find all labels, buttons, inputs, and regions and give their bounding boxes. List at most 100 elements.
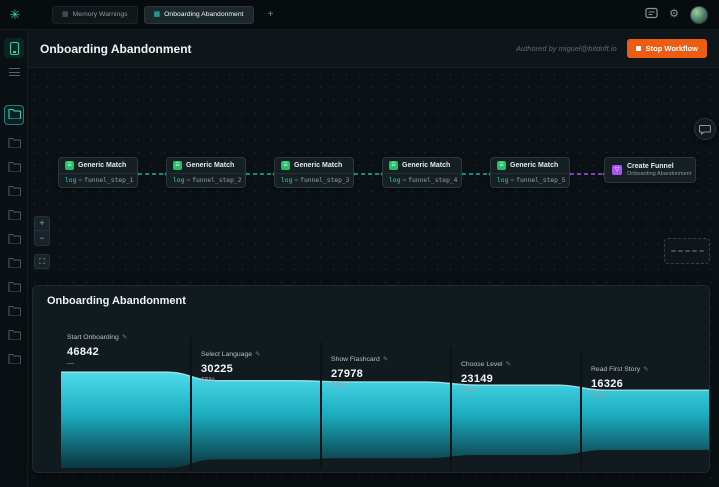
minimap[interactable] — [664, 238, 710, 264]
sidebar-folder[interactable] — [0, 180, 28, 204]
topbar-actions: ⚙ — [645, 5, 719, 24]
node-title: Generic Match — [510, 162, 559, 169]
workflow-tab-icon: ▦ — [153, 11, 161, 18]
funnel-stage: Read First Story ✎ 16326 71% — [591, 358, 709, 399]
app-logo-icon[interactable]: ✳ — [0, 8, 30, 21]
node-condition: log = funnel_step_4 — [383, 173, 461, 187]
folder-icon — [7, 183, 21, 201]
sidebar-folder[interactable] — [0, 324, 28, 348]
stage-value: 46842 — [67, 346, 100, 358]
match-icon: ☰ — [497, 161, 506, 170]
page-title: Onboarding Abandonment — [40, 41, 192, 56]
edit-pencil-icon[interactable]: ✎ — [122, 334, 127, 341]
folder-icon — [7, 231, 21, 249]
stop-workflow-button[interactable]: Stop Workflow — [626, 39, 707, 58]
tab-strip: ▦ Memory Warnings ▦ Onboarding Abandonme… — [52, 5, 278, 24]
sidebar-folder[interactable] — [0, 300, 28, 324]
node-condition: log = funnel_step_2 — [167, 173, 245, 187]
node-title: Generic Match — [294, 162, 343, 169]
tab-label: Memory Warnings — [72, 11, 128, 18]
node-title: Generic Match — [78, 162, 127, 169]
stage-name: Read First Story — [591, 366, 641, 373]
funnel-stage: Select Language ✎ 30225 65% — [201, 343, 319, 384]
generic-match-node[interactable]: ☰ Generic Match log = funnel_step_3 — [274, 157, 354, 188]
comment-icon — [699, 124, 711, 135]
workflow-tab-icon: ▦ — [62, 11, 69, 18]
sidebar-folder[interactable] — [0, 132, 28, 156]
left-sidebar — [0, 30, 28, 487]
stop-icon — [635, 46, 641, 51]
sidebar-folder[interactable] — [0, 204, 28, 228]
zoom-in-button[interactable]: + — [34, 216, 50, 231]
tab-label: Onboarding Abandonment — [164, 11, 244, 18]
generic-match-node[interactable]: ☰ Generic Match log = funnel_step_4 — [382, 157, 462, 188]
stage-conversion: 83% — [461, 387, 476, 394]
tab-memory-warnings[interactable]: ▦ Memory Warnings — [52, 5, 138, 24]
stage-conversion: 71% — [591, 392, 606, 399]
zoom-fit-button[interactable]: ⛶ — [34, 254, 50, 269]
stage-name: Start Onboarding — [67, 334, 119, 341]
stage-conversion: — — [67, 360, 74, 367]
stop-workflow-label: Stop Workflow — [645, 44, 698, 53]
comments-fab[interactable] — [694, 118, 716, 140]
sidebar-folder[interactable] — [0, 252, 28, 276]
match-icon: ☰ — [281, 161, 290, 170]
generic-match-node[interactable]: ☰ Generic Match log = funnel_step_1 — [58, 157, 138, 188]
zoom-out-button[interactable]: − — [34, 231, 50, 246]
folder-icon — [7, 303, 21, 321]
funnel-stage: Show Flashcard ✎ 27978 93% — [331, 348, 449, 389]
sidebar-item-list[interactable] — [0, 60, 28, 84]
funnel-chart: Start Onboarding ✎ 46842— Select Language ✎ 3… — [33, 314, 709, 472]
edit-pencil-icon[interactable]: ✎ — [506, 361, 511, 368]
sidebar-folder[interactable] — [0, 276, 28, 300]
match-icon: ☰ — [65, 161, 74, 170]
funnel-result-panel: Onboarding Abandonment Start Onboarding ✎… — [32, 285, 710, 473]
funnel-stage: Choose Level ✎ 23149 83% — [461, 353, 579, 394]
folder-icon — [7, 135, 21, 153]
sidebar-folder[interactable] — [0, 156, 28, 180]
sidebar-folder[interactable] — [0, 228, 28, 252]
folder-icon — [7, 351, 21, 369]
folder-list — [0, 102, 28, 372]
edit-pencil-icon[interactable]: ✎ — [255, 351, 260, 358]
stage-divider — [580, 352, 582, 470]
node-title: Create Funnel — [627, 163, 674, 170]
new-tab-button[interactable]: + — [264, 9, 278, 20]
folder-icon — [7, 106, 21, 124]
generic-match-node[interactable]: ☰ Generic Match log = funnel_step_5 — [490, 157, 570, 188]
stage-name: Choose Level — [461, 361, 503, 368]
edit-pencil-icon[interactable]: ✎ — [383, 356, 388, 363]
node-condition: log = funnel_step_1 — [59, 173, 137, 187]
node-subtitle: Onboarding Abandonment — [627, 171, 692, 177]
stage-divider — [450, 347, 452, 470]
folder-icon — [7, 207, 21, 225]
folder-icon — [7, 279, 21, 297]
zoom-controls: + − ⛶ — [34, 216, 50, 269]
edit-pencil-icon[interactable]: ✎ — [643, 366, 648, 373]
settings-gear-icon[interactable]: ⚙ — [669, 9, 679, 20]
create-funnel-node[interactable]: ▽ Create Funnel Onboarding Abandonment — [604, 157, 696, 183]
funnel-icon: ▽ — [612, 165, 622, 175]
funnel-stage: Start Onboarding ✎ 46842 — — [67, 326, 185, 367]
workflow-canvas[interactable]: ☰ Generic Match log = funnel_step_1 ☰ Generic … — [28, 68, 719, 487]
node-condition: log = funnel_step_5 — [491, 173, 569, 187]
sidebar-folder[interactable] — [0, 102, 28, 128]
stage-value: 27978 — [331, 368, 364, 380]
generic-match-node[interactable]: ☰ Generic Match log = funnel_step_2 — [166, 157, 246, 188]
user-avatar[interactable] — [690, 5, 708, 24]
node-title: Generic Match — [402, 162, 451, 169]
sidebar-folder[interactable] — [0, 348, 28, 372]
authored-by-text: Authored by miguel@bitdrift.io — [516, 44, 617, 53]
main-area: Onboarding Abandonment Authored by migue… — [28, 30, 719, 487]
workflow-header: Onboarding Abandonment Authored by migue… — [28, 30, 719, 68]
messages-icon[interactable] — [645, 6, 658, 24]
sidebar-item-devices[interactable] — [0, 36, 28, 60]
stage-divider — [320, 342, 322, 470]
stage-value: 30225 — [201, 363, 234, 375]
folder-icon — [7, 255, 21, 273]
stage-name: Show Flashcard — [331, 356, 380, 363]
list-icon — [8, 68, 20, 76]
tab-onboarding-abandonment[interactable]: ▦ Onboarding Abandonment — [143, 5, 254, 24]
stage-conversion: 65% — [201, 377, 216, 384]
match-icon: ☰ — [389, 161, 398, 170]
